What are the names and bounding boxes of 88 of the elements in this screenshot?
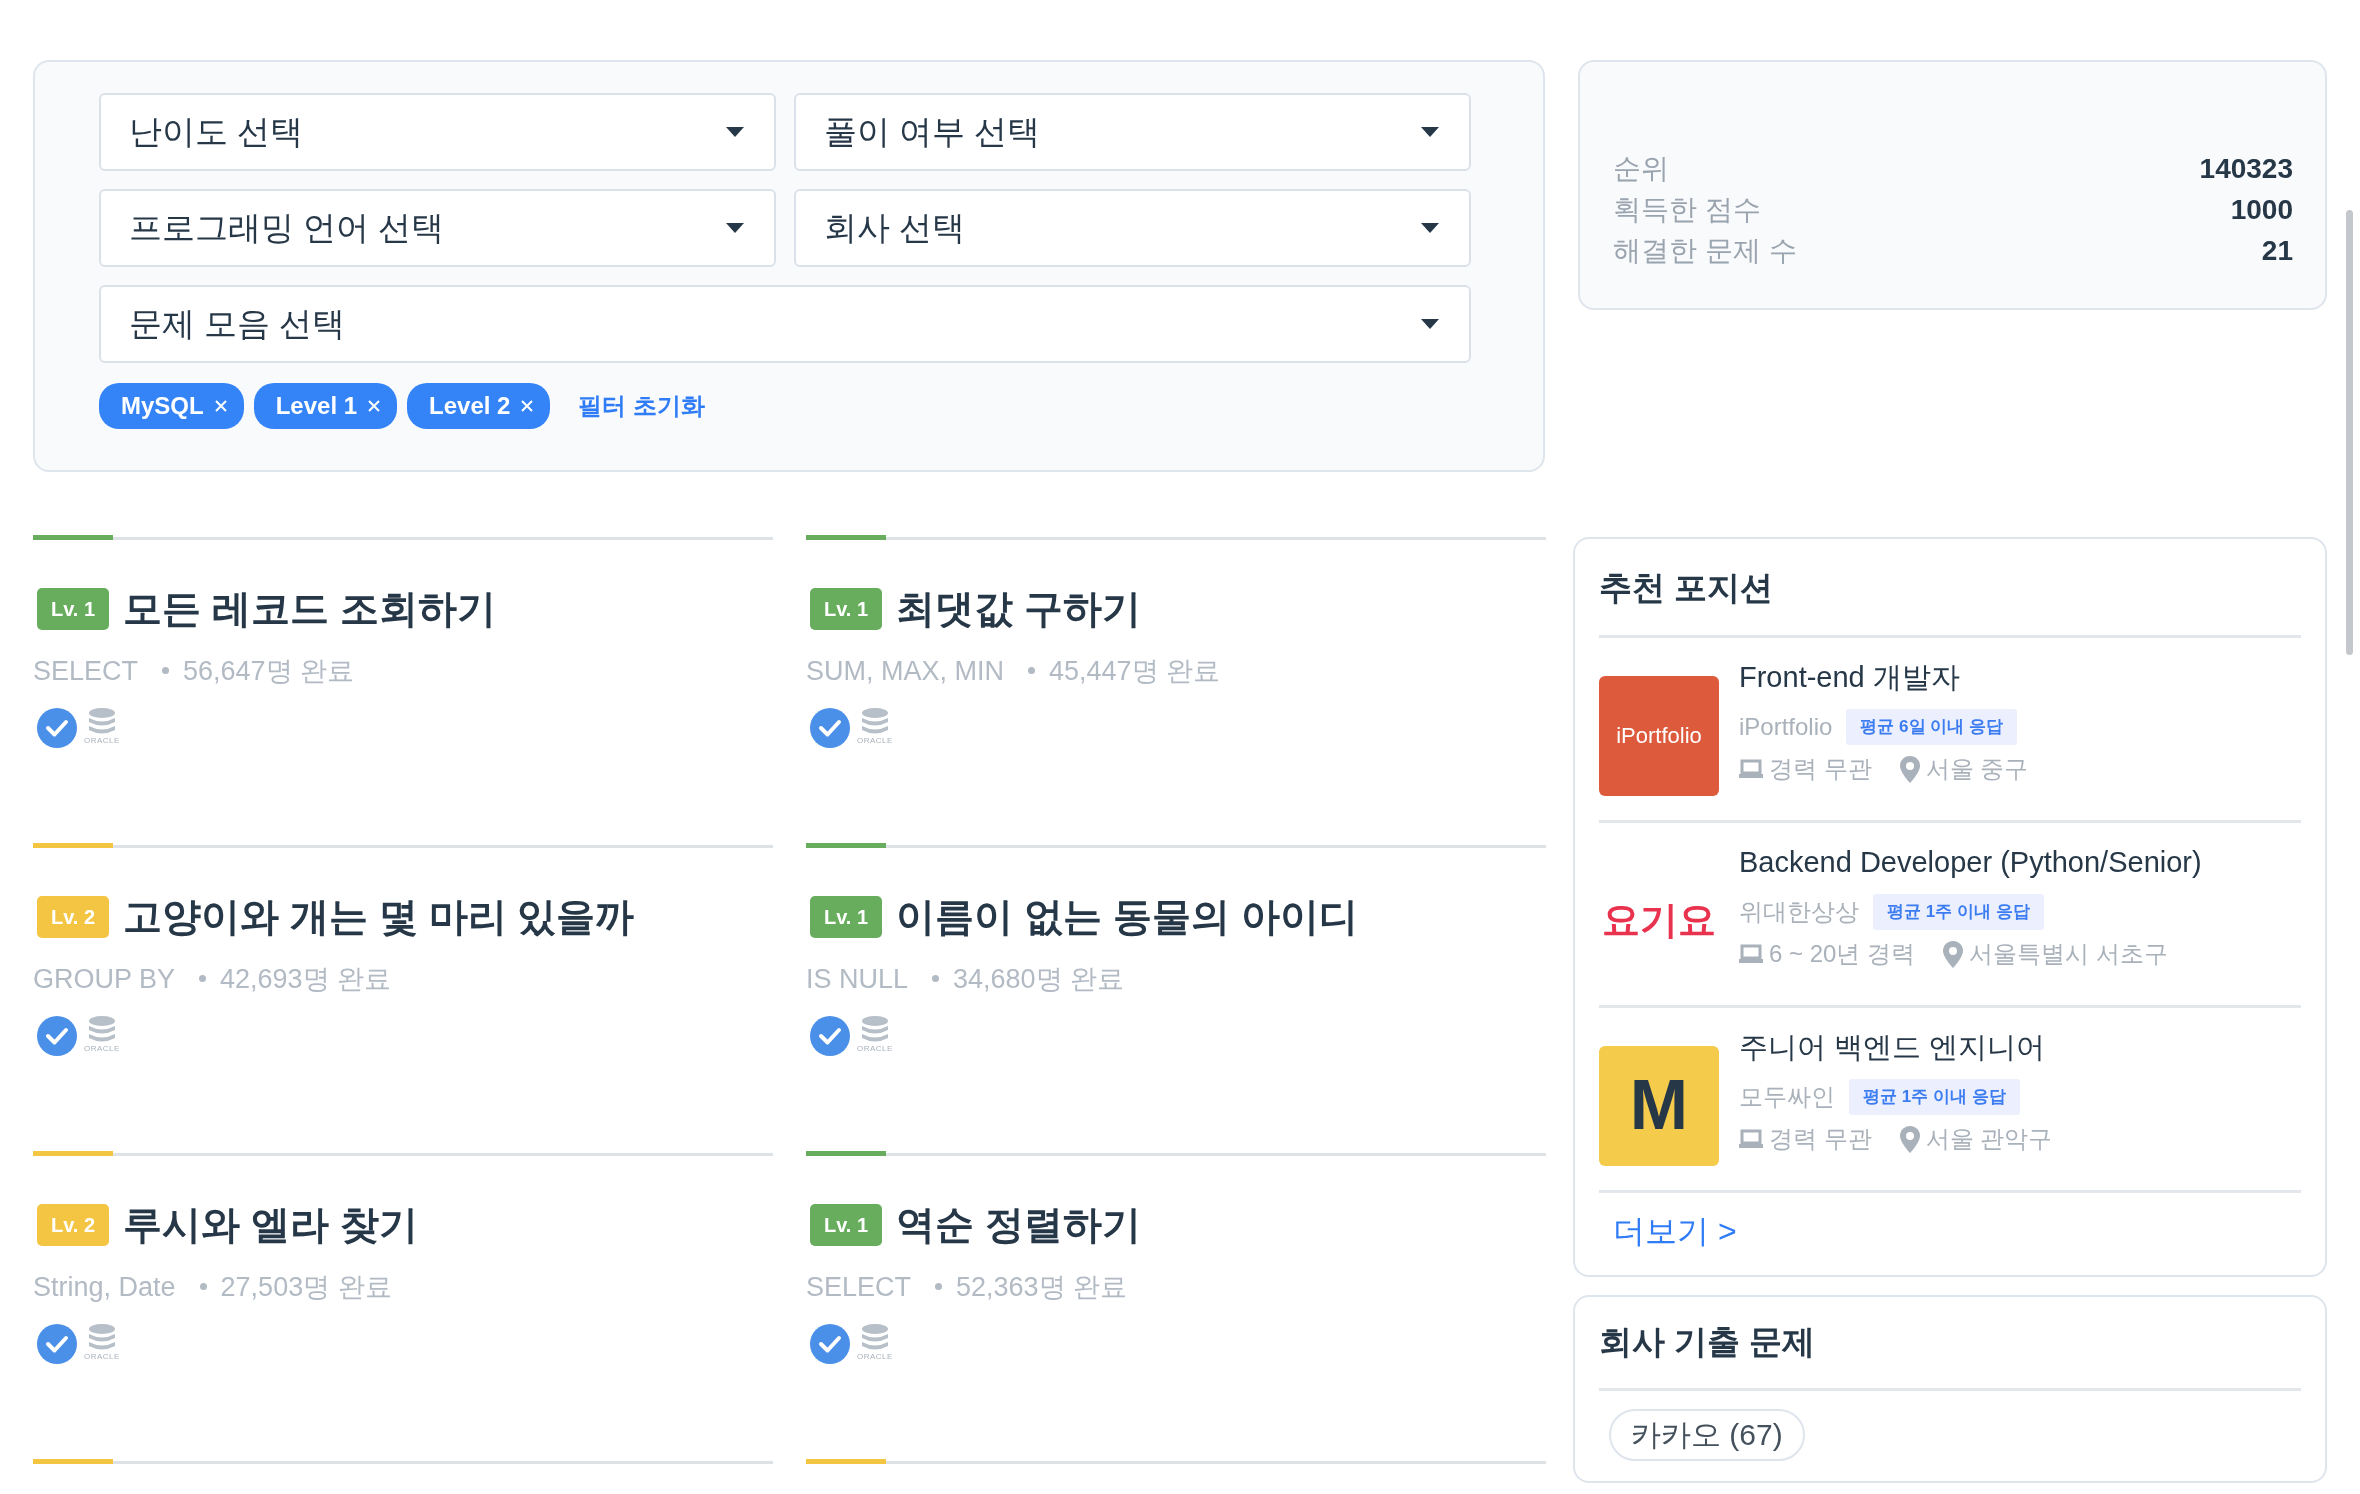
problem-title[interactable]: 모든 레코드 조회하기 <box>123 580 496 639</box>
position-title[interactable]: Front-end 개발자 <box>1739 655 2029 699</box>
location-text: 서울 중구 <box>1925 754 2029 784</box>
problem-tags: SELECT <box>806 1266 912 1307</box>
caret-icon <box>726 223 744 233</box>
level-tag: Lv. 1 <box>37 588 110 631</box>
stat-value: 1000 <box>2230 193 2293 227</box>
location-pin-icon <box>1899 1125 1920 1153</box>
close-icon[interactable] <box>213 399 228 413</box>
completion-count: 56,647명 완료 <box>183 654 355 688</box>
reset-link[interactable]: 필터 초기화 <box>578 388 706 424</box>
laptop-icon <box>1739 1129 1763 1149</box>
completion-count: 42,693명 완료 <box>220 962 392 996</box>
filter-chip[interactable]: Level 2 <box>407 383 551 429</box>
laptop-icon <box>1739 944 1763 964</box>
position-title[interactable]: Backend Developer (Python/Senior) <box>1739 840 2202 884</box>
level-tag: Lv. 2 <box>37 896 110 939</box>
problem-title[interactable]: 이름이 없는 동물의 아이디 <box>896 888 1358 947</box>
company-logo: 요기요 <box>1601 898 1717 943</box>
location-pin-icon <box>1899 755 1920 783</box>
select-field[interactable]: 난이도 선택 <box>99 93 776 171</box>
more-link[interactable]: 더보기 > <box>1613 1206 1737 1255</box>
problem-tags: GROUP BY <box>33 958 176 999</box>
bullet-dot <box>199 1283 207 1291</box>
company-logo: iPortfolio <box>1599 675 1719 796</box>
stat-label: 순위 <box>1613 152 1669 186</box>
level-tag: Lv. 1 <box>810 588 883 631</box>
select-field[interactable]: 풀이 여부 선택 <box>794 93 1471 171</box>
caret-icon <box>726 127 744 137</box>
problem-tags: IS NULL <box>806 958 909 999</box>
logo-text: ORACLE <box>857 737 893 745</box>
response-tag: 평균 6일 이내 응답 <box>1846 709 2017 745</box>
laptop-icon <box>1739 759 1763 779</box>
bullet-dot <box>162 667 170 675</box>
completion-count: 45,447명 완료 <box>1049 654 1221 688</box>
select-field[interactable]: 문제 모음 선택 <box>99 285 1471 363</box>
stat-value: 140323 <box>2199 152 2293 186</box>
select-field[interactable]: 프로그래밍 언어 선택 <box>99 189 776 267</box>
level-tag: Lv. 2 <box>37 1204 110 1247</box>
close-icon[interactable] <box>367 399 382 413</box>
career-text: 경력 무관 <box>1769 754 1872 784</box>
stat-label: 해결한 문제 수 <box>1613 234 1797 268</box>
completion-count: 52,363명 완료 <box>956 1270 1128 1304</box>
problem-tags: SUM, MAX, MIN <box>806 650 1004 691</box>
filter-chip[interactable]: Level 1 <box>253 383 398 429</box>
problem-tags: SELECT <box>33 650 139 691</box>
logo-text: ORACLE <box>857 1353 893 1361</box>
caret-icon <box>1421 223 1439 233</box>
scrollbar-thumb[interactable] <box>2346 210 2353 655</box>
logo-text: ORACLE <box>84 1045 120 1053</box>
problem-title[interactable]: 최댓값 구하기 <box>896 580 1141 639</box>
problem-title[interactable]: 역순 정렬하기 <box>896 1196 1141 1255</box>
logo-text: ORACLE <box>84 737 120 745</box>
location-text: 서울특별시 서초구 <box>1969 939 2168 969</box>
close-icon[interactable] <box>520 399 535 413</box>
caret-icon <box>1421 127 1439 137</box>
section-title: 추천 포지션 <box>1599 563 2301 638</box>
logo-text: ORACLE <box>84 1353 120 1361</box>
logo-text: ORACLE <box>857 1045 893 1053</box>
company-name: 모두싸인 <box>1739 1082 1835 1112</box>
caret-icon <box>1421 319 1439 329</box>
company-chip[interactable]: 카카오 (67) <box>1609 1409 1805 1461</box>
bullet-dot <box>199 975 207 983</box>
level-tag: Lv. 1 <box>810 1204 883 1247</box>
position-title[interactable]: 주니어 백엔드 엔지니어 <box>1739 1025 2053 1069</box>
problem-tags: String, Date <box>33 1266 176 1307</box>
company-name: 위대한상상 <box>1739 897 1859 927</box>
stat-value: 21 <box>2261 234 2293 268</box>
location-pin-icon <box>1943 940 1964 968</box>
response-tag: 평균 1주 이내 응답 <box>1849 1079 2020 1115</box>
filter-chip[interactable]: MySQL <box>99 383 244 429</box>
section-title: 회사 기출 문제 <box>1599 1316 2301 1391</box>
company-logo: M <box>1599 1045 1719 1166</box>
completion-count: 34,680명 완료 <box>953 962 1125 996</box>
location-text: 서울 관악구 <box>1925 1124 2053 1154</box>
career-text: 경력 무관 <box>1769 1124 1872 1154</box>
problem-title[interactable]: 루시와 엘라 찾기 <box>123 1196 418 1255</box>
company-name: iPortfolio <box>1739 712 1833 742</box>
stat-label: 획득한 점수 <box>1613 193 1761 227</box>
select-field[interactable]: 회사 선택 <box>794 189 1471 267</box>
career-text: 6 ~ 20년 경력 <box>1769 939 1916 969</box>
bullet-dot <box>935 1283 943 1291</box>
bullet-dot <box>1028 667 1035 675</box>
level-tag: Lv. 1 <box>810 896 883 939</box>
bullet-dot <box>932 975 940 983</box>
completion-count: 27,503명 완료 <box>220 1270 392 1304</box>
problem-title[interactable]: 고양이와 개는 몇 마리 있을까 <box>123 888 635 947</box>
response-tag: 평균 1주 이내 응답 <box>1873 894 2044 930</box>
